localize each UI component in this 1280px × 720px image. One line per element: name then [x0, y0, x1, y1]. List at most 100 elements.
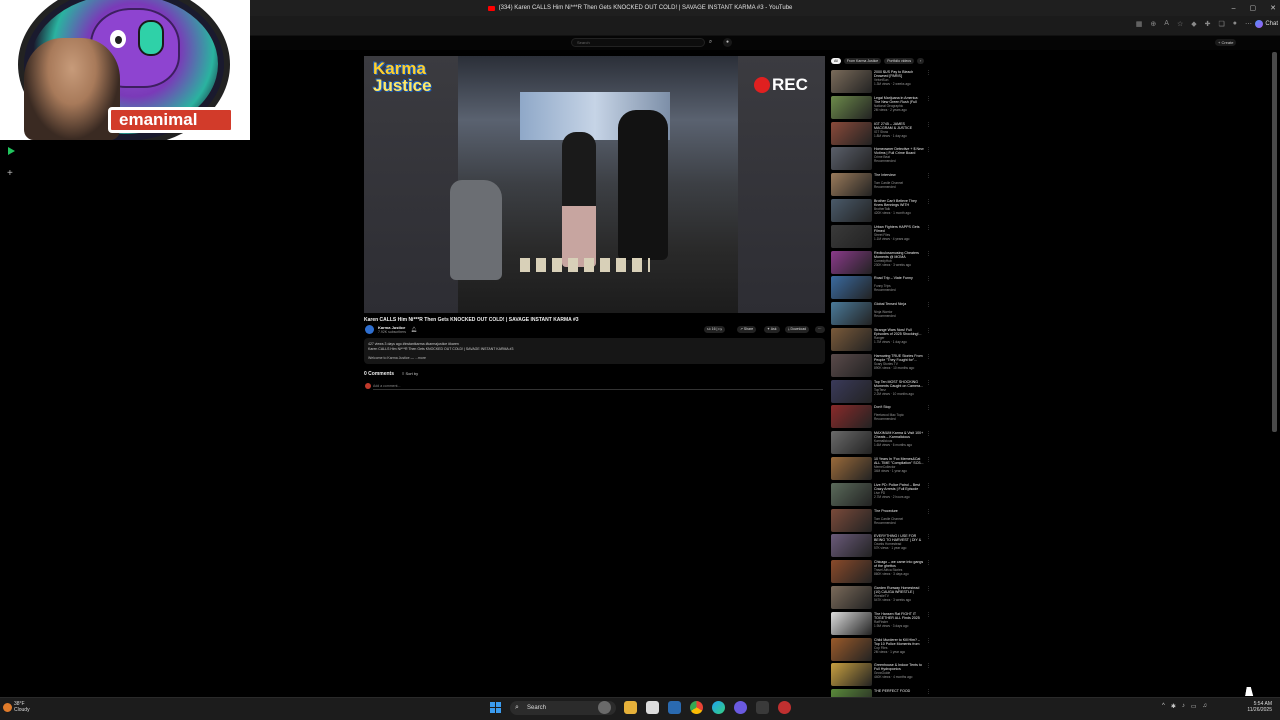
favorite-star-icon[interactable]: ☆ — [1177, 20, 1183, 28]
description-more[interactable]: Welcome to Karma Justice — ...more — [368, 356, 426, 360]
recommendation-thumbnail[interactable] — [831, 482, 872, 506]
more-options-icon[interactable]: ⋮ — [926, 354, 931, 380]
copilot-chat-button[interactable]: Chat — [1255, 20, 1278, 28]
recommendation-item[interactable]: Global Tensed Ninja Ninja Warrior Recommen… — [831, 302, 931, 328]
recommendation-thumbnail[interactable] — [831, 379, 872, 403]
mic-icon[interactable]: ♪ — [1182, 703, 1185, 710]
recommendation-item[interactable]: The Hansen Rat FIGHT IT TOGETHER ALL Fin… — [831, 611, 931, 638]
recommendation-item[interactable]: Live PD: Police Patrol – Best Crazy Arre… — [831, 482, 931, 509]
chrome-icon[interactable] — [690, 701, 703, 714]
recommendation-thumbnail[interactable] — [831, 431, 872, 455]
more-options-icon[interactable]: ⋮ — [926, 586, 931, 612]
download-button[interactable]: ⤓ Download — [785, 326, 810, 333]
more-options-icon[interactable]: ⋮ — [926, 457, 931, 483]
recommendation-item[interactable]: EVERYTHING I USE FOR BEING TO HARVEST | … — [831, 534, 931, 560]
more-options-icon[interactable]: ⋮ — [926, 509, 931, 535]
collections-icon[interactable]: ❏ — [1218, 20, 1224, 28]
chip-2[interactable]: Portfolio videos — [884, 58, 915, 64]
recommendation-thumbnail[interactable] — [831, 70, 872, 93]
ask-button[interactable]: ✦ Ask — [764, 326, 780, 333]
sort-by-button[interactable]: ≡ Sort by — [402, 371, 418, 376]
recommendation-thumbnail[interactable] — [831, 585, 872, 609]
more-options-icon[interactable]: ⋮ — [926, 251, 931, 277]
recommendation-thumbnail[interactable] — [831, 560, 872, 584]
steam-icon[interactable] — [668, 701, 681, 714]
grid-icon[interactable]: ▦ — [1136, 20, 1143, 28]
recommendation-item[interactable]: 10 Years In 'Fox Memes&Cat ALL TIME "Com… — [831, 456, 931, 483]
zoom-icon[interactable]: ⊕ — [1150, 20, 1156, 28]
recommendation-thumbnail[interactable] — [831, 173, 872, 197]
recommendation-item[interactable]: Child Murderer to Kill Him? – Top 10 Pol… — [831, 637, 931, 664]
mic-icon[interactable]: ● — [723, 38, 732, 47]
more-options-icon[interactable]: ⋮ — [926, 122, 931, 148]
more-options-icon[interactable]: ⋮ — [926, 302, 931, 328]
taskbar-clock[interactable]: 5:54 AM 11/26/2025 — [1232, 701, 1272, 713]
obs-icon[interactable] — [756, 701, 769, 714]
recommendation-item[interactable]: Top Ten MOST SHOCKING Moments Caught on … — [831, 379, 931, 406]
channel-avatar[interactable] — [365, 325, 374, 334]
edge-icon[interactable] — [712, 701, 725, 714]
more-options-icon[interactable]: ⋮ — [926, 534, 931, 560]
recommendation-item[interactable]: Road Trip – Vlate Funny Funny Trips Recomm… — [831, 276, 931, 302]
chevron-up-icon[interactable]: ^ — [1162, 703, 1165, 710]
page-scrollbar[interactable] — [1272, 52, 1277, 432]
windows-start-icon[interactable] — [490, 702, 501, 713]
weather-widget[interactable]: 38°F Cloudy — [3, 701, 30, 713]
recommendation-item[interactable]: 2000 $US Pay to Bleach Drowned [PARIS] C… — [831, 70, 931, 96]
recommendation-item[interactable]: Urban Fighters HAPPS Gets Filmed Street F… — [831, 224, 931, 251]
more-options-icon[interactable]: ⋮ — [926, 431, 931, 457]
profile-icon[interactable]: ● — [1233, 20, 1237, 28]
more-options-icon[interactable]: ⋮ — [926, 560, 931, 586]
recommendation-thumbnail[interactable] — [831, 327, 872, 351]
recommendation-thumbnail[interactable] — [831, 147, 872, 171]
extension-icon[interactable]: ◆ — [1191, 20, 1196, 28]
share-button[interactable]: ↗ Share — [737, 326, 757, 333]
recommendation-item[interactable]: Rediculosamusing Cheaters Moments @ MOMA… — [831, 250, 931, 277]
close-button[interactable]: ✕ — [1270, 4, 1276, 12]
maximize-button[interactable]: ▢ — [1250, 4, 1257, 12]
network-icon[interactable]: ▭ — [1191, 703, 1197, 710]
recommendation-thumbnail[interactable] — [831, 276, 872, 300]
recommendation-item[interactable]: Greenhouse & Indoor Tents to Full Hydrop… — [831, 663, 931, 689]
more-options-icon[interactable]: ⋮ — [926, 70, 931, 96]
more-options-icon[interactable]: ⋮ — [926, 612, 931, 638]
taskbar-app-icon[interactable] — [598, 701, 611, 714]
app-icon[interactable] — [778, 701, 791, 714]
recommendation-item[interactable]: Strange Wars Now! Full Episodes of 2025 … — [831, 327, 931, 354]
recommendation-item[interactable]: The Interview Tom Cardle Channel Recommend… — [831, 173, 931, 199]
chevron-right-icon[interactable]: › — [917, 58, 925, 64]
recommendation-thumbnail[interactable] — [831, 663, 872, 687]
more-options-icon[interactable]: ⋮ — [926, 638, 931, 664]
add-comment-input[interactable]: Add a comment... — [373, 384, 823, 390]
recommendation-item[interactable]: Brother Can't Believe They Knew Bennings… — [831, 198, 931, 225]
recommendation-item[interactable]: Chicago – we came into gangs of the ghet… — [831, 560, 931, 586]
recommendation-item[interactable]: Garden Runway Homestead (10) CAUGA WREST… — [831, 585, 931, 612]
store-icon[interactable] — [646, 701, 659, 714]
bell-icon[interactable]: 🔔︎ — [411, 327, 417, 333]
search-icon[interactable]: ⌕ — [706, 38, 715, 47]
recommendation-thumbnail[interactable] — [831, 405, 872, 429]
recommendation-thumbnail[interactable] — [831, 534, 872, 558]
puzzle-icon[interactable]: ✚ — [1205, 20, 1211, 28]
add-icon[interactable]: + — [7, 168, 13, 179]
more-menu-icon[interactable]: ⋯ — [1245, 20, 1252, 28]
create-button[interactable]: + Create — [1215, 39, 1237, 46]
recommendation-thumbnail[interactable] — [831, 224, 872, 248]
recommendation-thumbnail[interactable] — [831, 250, 872, 274]
recommendation-thumbnail[interactable] — [831, 121, 872, 145]
more-actions-icon[interactable]: ⋯ — [815, 326, 825, 333]
play-icon[interactable] — [8, 147, 15, 155]
recommendation-thumbnail[interactable] — [831, 456, 872, 480]
volume-icon[interactable]: ♫ — [1203, 703, 1208, 710]
like-button[interactable]: 👍︎ 16 | 👎︎ — [704, 326, 725, 333]
more-options-icon[interactable]: ⋮ — [926, 96, 931, 122]
recommendation-thumbnail[interactable] — [831, 198, 872, 222]
recommendation-thumbnail[interactable] — [831, 353, 872, 377]
recommendation-thumbnail[interactable] — [831, 302, 872, 326]
recommendation-item[interactable]: Don't Stop Fleetwood Mac Topic Recommended… — [831, 405, 931, 431]
recommendation-item[interactable]: Homeowner Detective + $ New Victims | Fu… — [831, 147, 931, 173]
recommendation-thumbnail[interactable] — [831, 95, 872, 119]
more-options-icon[interactable]: ⋮ — [926, 328, 931, 354]
discord-icon[interactable] — [734, 701, 747, 714]
recommendation-thumbnail[interactable] — [831, 508, 872, 532]
